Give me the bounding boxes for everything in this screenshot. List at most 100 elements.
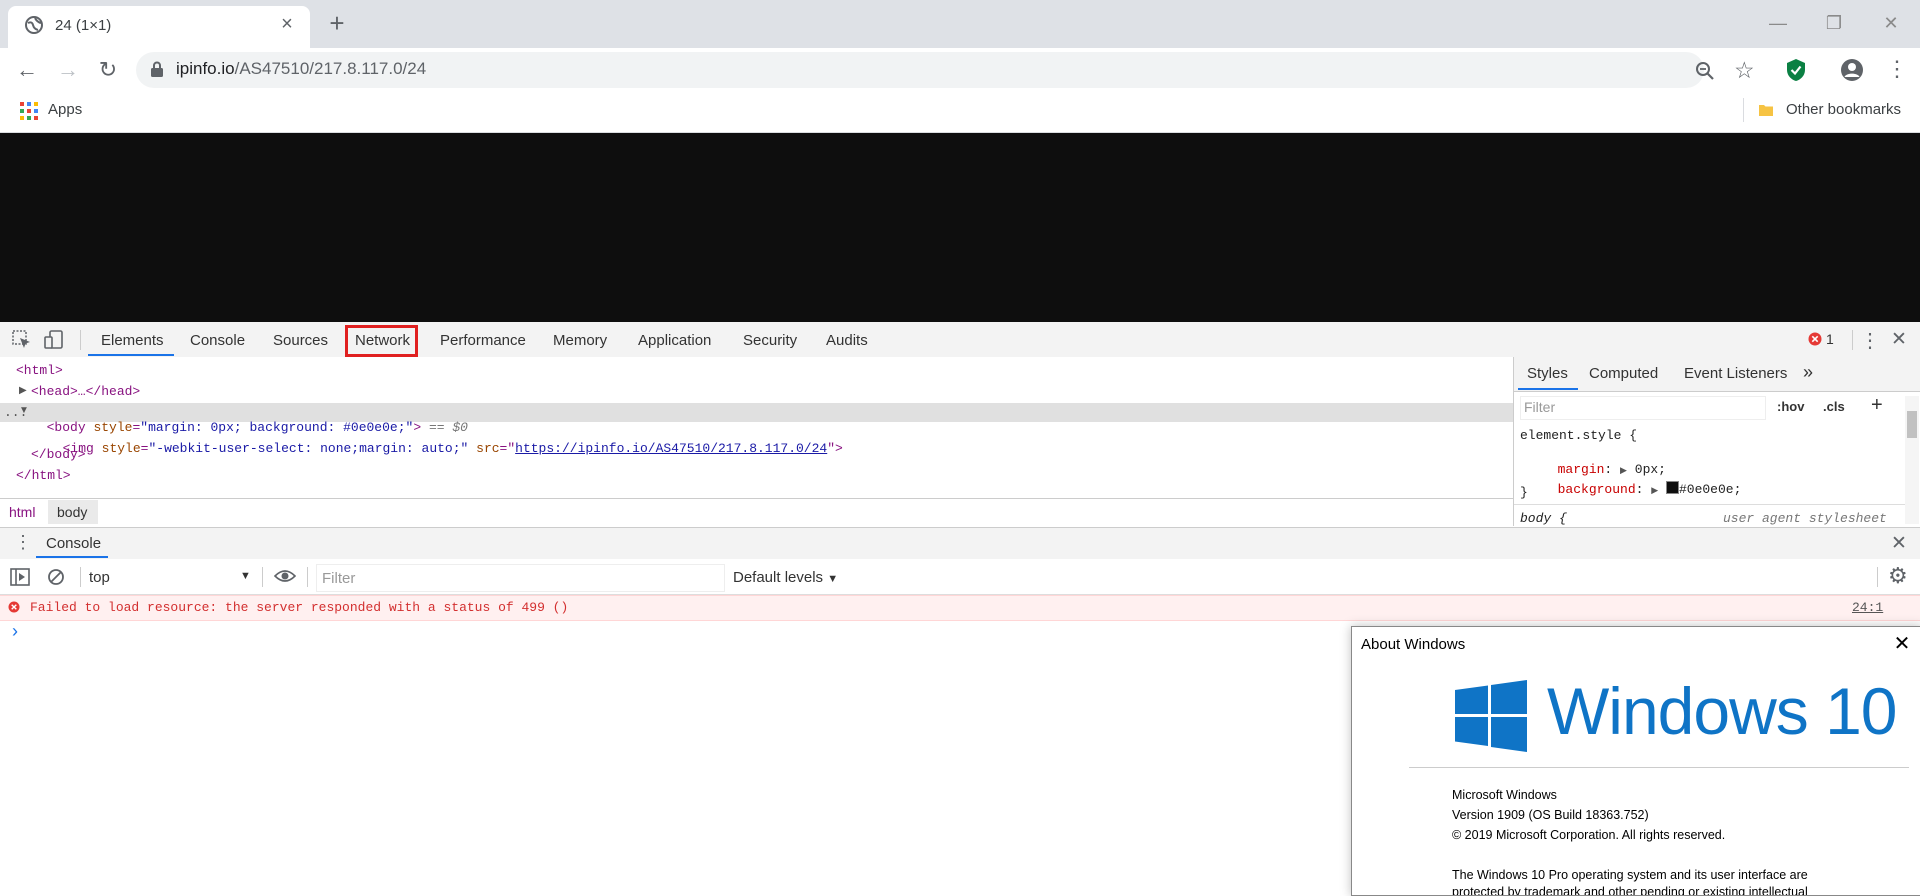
- forward-button[interactable]: →: [55, 57, 81, 83]
- reload-button[interactable]: ↻: [95, 57, 121, 83]
- tab-security[interactable]: Security: [743, 332, 797, 349]
- toolbar-divider: [1877, 567, 1878, 587]
- tab-memory[interactable]: Memory: [553, 332, 607, 349]
- drawer-menu-icon[interactable]: ⋮: [14, 532, 32, 553]
- error-icon: [8, 601, 20, 613]
- toolbar-divider: [80, 330, 81, 350]
- menu-kebab-icon[interactable]: ⋮: [1886, 56, 1908, 82]
- dom-body-close[interactable]: </body>: [31, 447, 86, 462]
- sidebar-toggle-icon[interactable]: [10, 568, 30, 586]
- collapse-triangle-icon[interactable]: ▼: [19, 405, 29, 416]
- element-style-selector: element.style {: [1520, 428, 1638, 443]
- browser-tab[interactable]: [8, 6, 310, 48]
- globe-icon: [25, 16, 43, 34]
- levels-dropdown[interactable]: Default levels ▼: [733, 569, 838, 586]
- style-background-row[interactable]: background: ▶ #0e0e0e;: [1542, 466, 1741, 497]
- error-icon[interactable]: [1808, 332, 1822, 346]
- gear-icon[interactable]: ⚙: [1888, 563, 1908, 589]
- add-rule-icon[interactable]: +: [1871, 394, 1883, 417]
- back-button[interactable]: ←: [14, 57, 40, 83]
- close-devtools-icon[interactable]: ✕: [1891, 328, 1907, 351]
- profile-avatar-icon[interactable]: [1840, 58, 1864, 82]
- styles-filter-input[interactable]: [1520, 396, 1766, 420]
- chevron-down-icon[interactable]: ▼: [240, 570, 251, 582]
- tab-styles[interactable]: Styles: [1527, 365, 1568, 382]
- chevron-down-icon: ▼: [827, 573, 839, 585]
- shield-icon[interactable]: [1786, 58, 1806, 82]
- toolbar-divider: [262, 567, 263, 587]
- windows-logo-icon: [1455, 680, 1527, 752]
- console-error-source-link[interactable]: 24:1: [1852, 600, 1883, 615]
- tab-audits[interactable]: Audits: [826, 332, 868, 349]
- styles-tab-indicator: [1518, 388, 1578, 390]
- tab-application[interactable]: Application: [638, 332, 711, 349]
- url-host: ipinfo.io: [176, 59, 235, 78]
- new-tab-button[interactable]: +: [325, 10, 349, 36]
- bookmarks-bar: [0, 92, 1920, 133]
- devtools-menu-icon[interactable]: ⋮: [1860, 328, 1880, 353]
- toolbar-divider: [1852, 330, 1853, 350]
- selected-tab-indicator: [88, 354, 174, 356]
- star-icon[interactable]: ☆: [1734, 57, 1755, 84]
- product-name: Microsoft Windows: [1452, 788, 1557, 802]
- license-text-line2: protected by trademark and other pending…: [1452, 885, 1808, 896]
- error-count[interactable]: 1: [1826, 331, 1834, 347]
- dom-img[interactable]: <img style="-webkit-user-select: none;ma…: [47, 426, 843, 456]
- close-tab-icon[interactable]: ×: [277, 14, 297, 34]
- drawer-header: [0, 527, 1920, 560]
- tab-event-listeners[interactable]: Event Listeners: [1684, 365, 1787, 382]
- apps-bookmark[interactable]: Apps: [48, 101, 82, 118]
- dialog-separator: [1409, 767, 1909, 768]
- copyright-text: © 2019 Microsoft Corporation. All rights…: [1452, 828, 1726, 842]
- dom-head[interactable]: <head>…</head>: [31, 384, 140, 399]
- console-prompt[interactable]: ›: [12, 621, 18, 642]
- expand-triangle-icon[interactable]: ▶: [1651, 486, 1658, 496]
- apps-grid-icon[interactable]: [20, 102, 38, 120]
- toolbar-divider: [307, 567, 308, 587]
- value-background: #0e0e0e;: [1678, 482, 1742, 497]
- lock-icon[interactable]: [150, 61, 164, 77]
- page-viewport: [0, 133, 1920, 322]
- tab-elements[interactable]: Elements: [101, 332, 164, 349]
- restore-button[interactable]: ❐: [1820, 12, 1848, 34]
- hov-toggle[interactable]: :hov: [1777, 399, 1804, 414]
- close-window-button[interactable]: ✕: [1877, 12, 1905, 34]
- user-agent-source: user agent stylesheet: [1723, 511, 1887, 526]
- img-src-attr: src: [476, 441, 500, 456]
- console-filter-input[interactable]: [316, 564, 725, 592]
- more-tabs-icon[interactable]: »: [1803, 362, 1813, 383]
- img-style-attr: style: [101, 441, 141, 456]
- url-text[interactable]: ipinfo.io/AS47510/217.8.117.0/24: [176, 59, 426, 79]
- breadcrumb-html[interactable]: html: [9, 504, 35, 520]
- color-swatch[interactable]: [1665, 481, 1679, 494]
- other-bookmarks[interactable]: Other bookmarks: [1786, 101, 1901, 118]
- clear-console-icon[interactable]: [47, 568, 65, 586]
- inspect-element-icon[interactable]: [12, 330, 32, 350]
- breadcrumb-body[interactable]: body: [57, 504, 87, 520]
- img-src-link[interactable]: https://ipinfo.io/AS47510/217.8.117.0/24: [515, 441, 827, 456]
- tab-console[interactable]: Console: [190, 332, 245, 349]
- context-select[interactable]: top: [89, 569, 110, 586]
- zoom-out-icon[interactable]: [1694, 60, 1716, 82]
- rule-divider: [1514, 504, 1906, 505]
- tab-performance[interactable]: Performance: [440, 332, 526, 349]
- dom-html-close[interactable]: </html>: [16, 468, 71, 483]
- close-drawer-icon[interactable]: ✕: [1891, 532, 1907, 555]
- tab-computed[interactable]: Computed: [1589, 365, 1658, 382]
- folder-icon: [1759, 105, 1773, 116]
- eye-icon[interactable]: [274, 568, 296, 584]
- dom-html-open[interactable]: <html>: [16, 363, 63, 378]
- breadcrumb: [0, 498, 1513, 527]
- tab-sources[interactable]: Sources: [273, 332, 328, 349]
- styles-scrollbar-thumb[interactable]: [1907, 411, 1917, 438]
- img-style-value: "-webkit-user-select: none;margin: auto;…: [148, 441, 469, 456]
- drawer-tab-console[interactable]: Console: [46, 535, 101, 552]
- license-text-line1: The Windows 10 Pro operating system and …: [1452, 868, 1808, 882]
- device-toolbar-icon[interactable]: [44, 330, 64, 350]
- cls-toggle[interactable]: .cls: [1823, 399, 1845, 414]
- minimize-button[interactable]: —: [1764, 12, 1792, 34]
- tab-title: 24 (1×1): [55, 17, 112, 34]
- expand-triangle-icon[interactable]: ▶: [19, 385, 27, 396]
- close-dialog-button[interactable]: ✕: [1890, 633, 1914, 655]
- styles-filter-placeholder: Filter: [1524, 399, 1556, 415]
